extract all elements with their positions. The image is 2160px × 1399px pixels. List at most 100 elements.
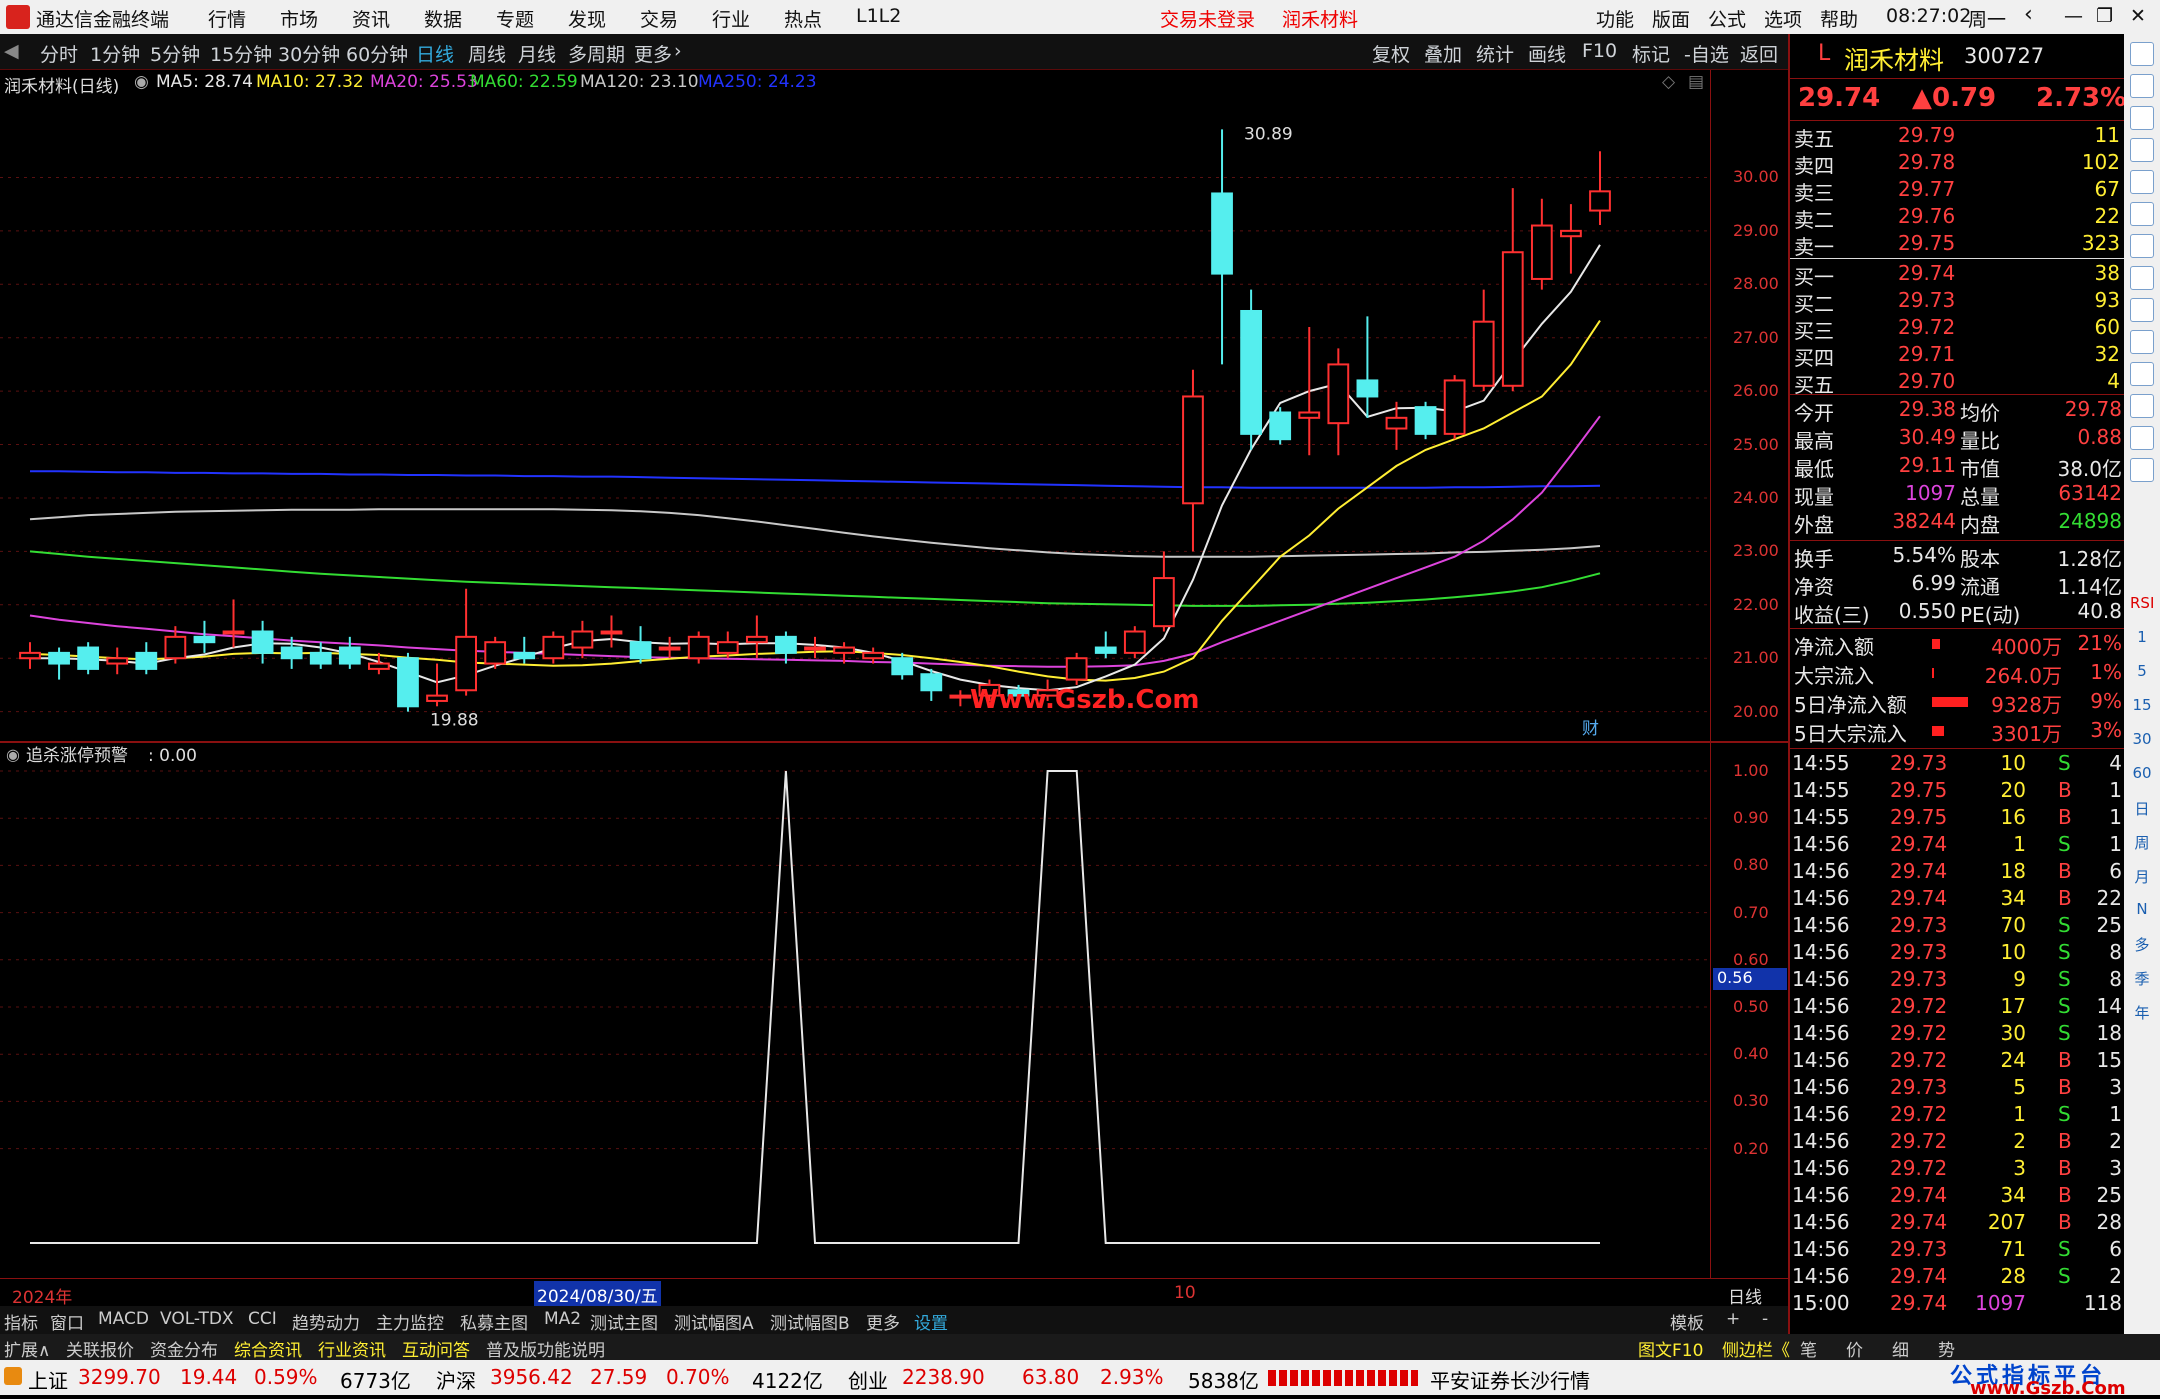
menu-hangqing[interactable]: 行情 (208, 5, 246, 32)
restore-icon[interactable]: ❐ (2096, 5, 2113, 27)
tab-zijinfenbu[interactable]: 资金分布 (150, 1336, 218, 1361)
btn-tongji[interactable]: 统计 (1476, 40, 1514, 67)
status-menu-icon[interactable] (4, 1367, 22, 1385)
tab-xi[interactable]: 细 (1892, 1336, 1909, 1361)
btn-f10[interactable]: F10 (1582, 40, 1617, 62)
period-fenshi[interactable]: 分时 (40, 40, 78, 67)
period-shortcut[interactable]: 月 (2130, 866, 2154, 887)
index-sz-name[interactable]: 沪深 (436, 1365, 476, 1394)
tick-row[interactable]: 14:55 29.75 20 B 1 (1790, 777, 2126, 804)
tab-vol-tdx[interactable]: VOL-TDX (160, 1309, 234, 1329)
panel-icon[interactable]: ▤ (1688, 72, 1704, 92)
legend-toggle-icon[interactable]: ◉ (134, 72, 149, 92)
menu-gongshi[interactable]: 公式 (1708, 5, 1746, 32)
period-15min[interactable]: 15分钟 (210, 40, 272, 67)
period-shortcut[interactable]: 周 (2130, 832, 2154, 853)
menu-l1l2[interactable]: L1L2 (856, 5, 901, 27)
tab-hudongwenda[interactable]: 互动问答 (402, 1336, 470, 1361)
period-monthly[interactable]: 月线 (518, 40, 556, 67)
close-icon[interactable]: ✕ (2130, 5, 2146, 27)
tab-simuzhutu[interactable]: 私募主图 (460, 1309, 528, 1334)
tick-row[interactable]: 14:56 29.73 5 B 3 (1790, 1074, 2126, 1101)
menu-faxian[interactable]: 发现 (568, 5, 606, 32)
tab-shezhi[interactable]: 设置 (914, 1309, 948, 1334)
period-shortcut[interactable]: RSI (2130, 594, 2154, 612)
menu-jiaoyi[interactable]: 交易 (640, 5, 678, 32)
bid-row[interactable]: 买一 29.74 38 (1790, 260, 2126, 289)
flow-row[interactable]: 净流入额 4000万 21% (1790, 630, 2126, 659)
tab-zonghezixun[interactable]: 综合资讯 (234, 1336, 302, 1361)
tick-row[interactable]: 14:56 29.73 71 S 6 (1790, 1236, 2126, 1263)
menu-zhuanti[interactable]: 专题 (496, 5, 534, 32)
f10-icon[interactable] (2130, 298, 2154, 322)
stat-row[interactable]: 最高 30.49 量比 0.88 (1790, 424, 2126, 453)
tab-guanlianbaojia[interactable]: 关联报价 (66, 1336, 134, 1361)
kline-chart[interactable]: 30.89 19.88 Www.Gszb.Com 财 (0, 96, 1710, 741)
stat-row[interactable]: 最低 29.11 市值 38.0亿 (1790, 452, 2126, 481)
btn-biaoji[interactable]: 标记 (1632, 40, 1670, 67)
kline-icon[interactable] (2130, 234, 2154, 258)
period-30min[interactable]: 30分钟 (278, 40, 340, 67)
back-arrow-icon[interactable]: ‹ (2024, 2, 2033, 27)
tick-row[interactable]: 14:55 29.73 10 S 4 (1790, 750, 2126, 777)
menu-redian[interactable]: 热点 (784, 5, 822, 32)
menu-banmian[interactable]: 版面 (1652, 5, 1690, 32)
period-weekly[interactable]: 周线 (468, 40, 506, 67)
tick-row[interactable]: 14:56 29.72 3 B 3 (1790, 1155, 2126, 1182)
tick-row[interactable]: 14:56 29.74 1 S 1 (1790, 831, 2126, 858)
tab-ma2[interactable]: MA2 (544, 1309, 581, 1329)
bid-row[interactable]: 买二 29.73 93 (1790, 287, 2126, 316)
zoom-out-button[interactable]: - (1762, 1309, 1768, 1329)
f2-icon[interactable] (2130, 394, 2154, 418)
bid-row[interactable]: 买五 29.70 4 (1790, 368, 2126, 397)
menu-zixun[interactable]: 资讯 (352, 5, 390, 32)
tab-cci[interactable]: CCI (248, 1309, 277, 1329)
indicator-toggle-icon[interactable]: ◉ (6, 745, 20, 764)
ask-row[interactable]: 卖二 29.76 22 (1790, 203, 2126, 232)
stat-row[interactable]: 现量 1097 总量 63142 (1790, 480, 2126, 509)
tab-ceshifutu-a[interactable]: 测试幅图A (674, 1309, 754, 1334)
trend-icon[interactable] (2130, 202, 2154, 226)
btn-fanhui[interactable]: 返回 (1740, 40, 1778, 67)
minimize-icon[interactable]: — (2064, 5, 2083, 27)
l2-icon[interactable] (2130, 330, 2154, 354)
ask-row[interactable]: 卖五 29.79 11 (1790, 122, 2126, 151)
ask-row[interactable]: 卖四 29.78 102 (1790, 149, 2126, 178)
gear-icon[interactable] (2130, 458, 2154, 482)
indicator-chart[interactable]: ◉ 追杀涨停预警 : 0.00 (0, 743, 1710, 1278)
tab-jia[interactable]: 价 (1846, 1336, 1863, 1361)
flow-row[interactable]: 5日净流入额 9328万 9% (1790, 688, 2126, 717)
widget-icon[interactable] (2130, 42, 2154, 66)
expand-left-icon[interactable]: ◀ (4, 40, 19, 62)
arrow-down-icon[interactable] (2130, 106, 2154, 130)
index-cy-name[interactable]: 创业 (848, 1365, 888, 1394)
flow-row[interactable]: 5日大宗流入 3301万 3% (1790, 717, 2126, 746)
tick-row[interactable]: 14:56 29.74 207 B 28 (1790, 1209, 2126, 1236)
period-more[interactable]: 更多 (634, 40, 672, 67)
period-shortcut[interactable]: 多 (2130, 934, 2154, 955)
tab-ceshizhutu[interactable]: 测试主图 (590, 1309, 658, 1334)
period-shortcut[interactable]: 季 (2130, 968, 2154, 989)
period-shortcut[interactable]: 15 (2130, 696, 2154, 714)
tick-row[interactable]: 14:56 29.74 18 B 6 (1790, 858, 2126, 885)
list-icon[interactable] (2130, 170, 2154, 194)
period-multi[interactable]: 多周期 (568, 40, 625, 67)
period-5min[interactable]: 5分钟 (150, 40, 200, 67)
login-status[interactable]: 交易未登录 (1160, 5, 1255, 32)
btn-diejia[interactable]: 叠加 (1424, 40, 1462, 67)
tab-macd[interactable]: MACD (98, 1309, 149, 1329)
tab-zhibiao[interactable]: 指标 (4, 1309, 38, 1334)
period-shortcut[interactable]: 30 (2130, 730, 2154, 748)
menu-xuanxiang[interactable]: 选项 (1764, 5, 1802, 32)
tick-row[interactable]: 14:56 29.72 2 B 2 (1790, 1128, 2126, 1155)
tab-expand[interactable]: 扩展∧ (4, 1336, 50, 1361)
tab-qushidongli[interactable]: 趋势动力 (292, 1309, 360, 1334)
tab-chuangkou[interactable]: 窗口 (50, 1309, 84, 1334)
period-shortcut[interactable]: 5 (2130, 662, 2154, 680)
tick-row[interactable]: 14:56 29.73 10 S 8 (1790, 939, 2126, 966)
tick-row[interactable]: 14:56 29.74 34 B 22 (1790, 885, 2126, 912)
period-shortcut[interactable]: N (2130, 900, 2154, 918)
tick-row[interactable]: 14:56 29.73 70 S 25 (1790, 912, 2126, 939)
period-shortcut[interactable]: 日 (2130, 798, 2154, 819)
tab-tuwen-f10[interactable]: 图文F10 (1638, 1336, 1703, 1361)
